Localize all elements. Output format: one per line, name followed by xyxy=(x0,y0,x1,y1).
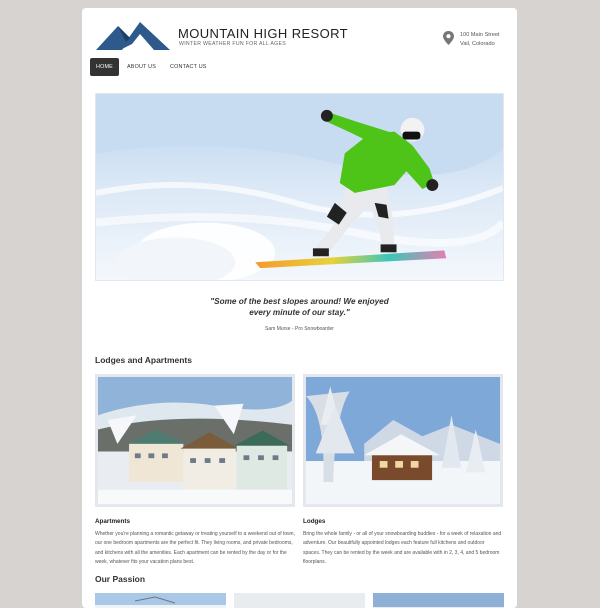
address-line-street: 100 Main Street xyxy=(460,32,500,38)
nav-contact-us[interactable]: CONTACT US xyxy=(164,58,213,76)
lodges-section-heading: Lodges and Apartments xyxy=(95,355,192,365)
hero-snowboarder-image xyxy=(95,93,504,281)
site-tagline: WINTER WEATHER FUN FOR ALL AGES xyxy=(179,41,287,47)
site-title[interactable]: MOUNTAIN HIGH RESORT xyxy=(178,26,348,41)
apartments-description: Whether you're planning a romantic getaw… xyxy=(95,531,295,566)
testimonial-author: Sam Murse - Pro Snowboarder xyxy=(265,326,334,332)
testimonial-quote-line: "Some of the best slopes around! We enjo… xyxy=(210,297,389,306)
testimonial-quote: "Some of the best slopes around! We enjo… xyxy=(102,296,497,318)
passion-photo xyxy=(373,593,504,608)
nav-home[interactable]: HOME xyxy=(90,58,119,76)
apartments-title: Apartments xyxy=(95,518,130,525)
passion-photo xyxy=(95,593,226,608)
mountain-logo-icon[interactable] xyxy=(96,20,170,50)
passion-photo xyxy=(234,593,365,608)
passion-section-heading: Our Passion xyxy=(95,574,146,584)
lodges-photo xyxy=(303,374,503,507)
lodges-title: Lodges xyxy=(303,518,326,525)
page-card: MOUNTAIN HIGH RESORT WINTER WEATHER FUN … xyxy=(82,8,517,608)
apartments-photo xyxy=(95,374,295,507)
nav-about-us[interactable]: ABOUT US xyxy=(121,58,162,76)
address-line-city: Vail, Colorado xyxy=(460,41,495,47)
main-nav: HOME ABOUT US CONTACT US xyxy=(90,58,213,76)
location-pin-icon xyxy=(443,31,454,45)
address: 100 Main Street Vail, Colorado xyxy=(460,31,500,49)
lodges-description: Bring the whole family - or all of your … xyxy=(303,531,502,566)
testimonial-quote-line: every minute of our stay." xyxy=(249,308,350,317)
